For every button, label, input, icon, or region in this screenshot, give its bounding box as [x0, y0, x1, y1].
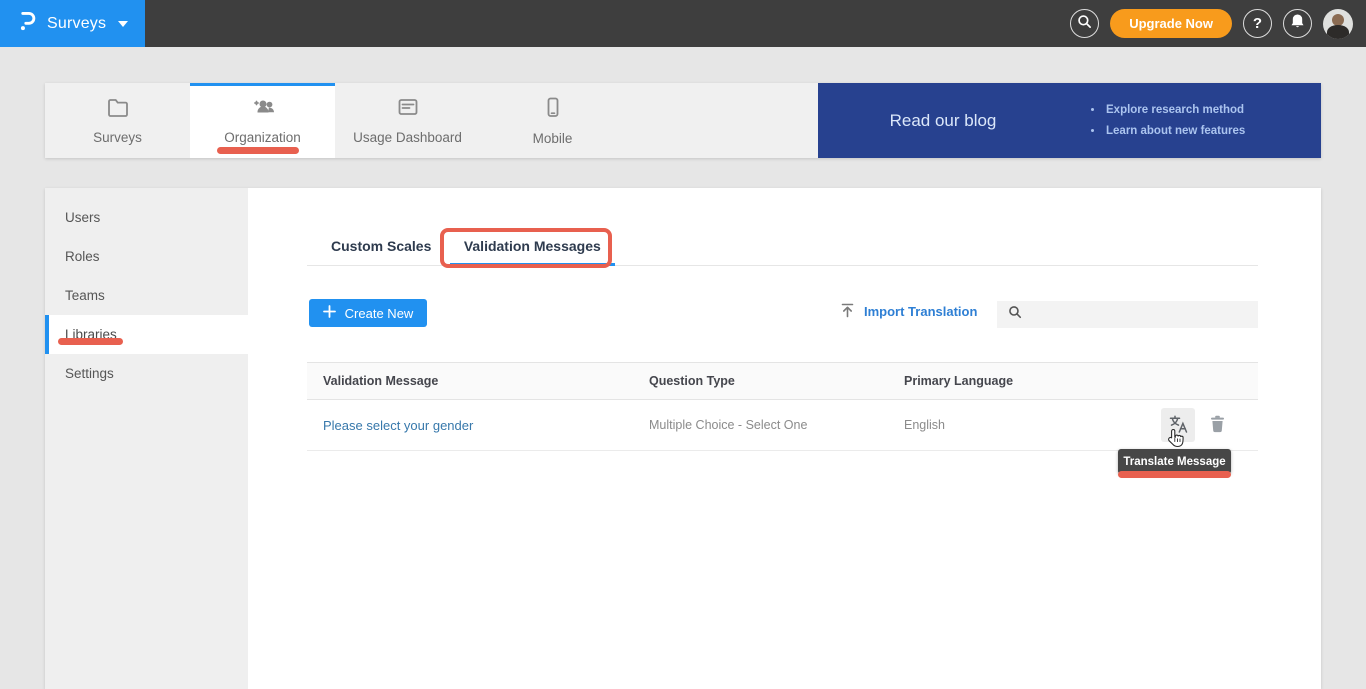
blog-bullet: Explore research method [1104, 100, 1245, 121]
avatar[interactable] [1323, 9, 1353, 39]
tab-label: Organization [224, 130, 301, 145]
blog-bullet-list: Explore research method Learn about new … [1104, 100, 1245, 142]
org-sidebar: Users Roles Teams Libraries Settings [45, 188, 248, 689]
avatar-body [1327, 25, 1349, 39]
brand-logo-icon [18, 9, 37, 38]
import-translation-link[interactable]: Import Translation [840, 302, 977, 321]
sidebar-item-teams[interactable]: Teams [45, 276, 248, 315]
bell-icon [1290, 13, 1305, 34]
red-underline-organization [217, 147, 299, 154]
dashboard-icon [396, 96, 420, 123]
help-button[interactable]: ? [1243, 9, 1272, 38]
blog-title: Read our blog [818, 111, 1068, 131]
tab-custom-scales[interactable]: Custom Scales [317, 230, 445, 266]
sidebar-item-settings[interactable]: Settings [45, 354, 248, 393]
validation-message-link[interactable]: Please select your gender [323, 418, 473, 433]
tab-mobile[interactable]: Mobile [480, 83, 625, 158]
product-switcher[interactable]: Surveys [0, 0, 145, 47]
question-mark-icon: ? [1253, 15, 1262, 32]
tab-label: Usage Dashboard [353, 130, 462, 145]
blog-banner[interactable]: Read our blog Explore research method Le… [818, 83, 1321, 158]
product-name: Surveys [47, 15, 106, 33]
red-underline-tooltip [1118, 471, 1231, 478]
sidebar-item-users[interactable]: Users [45, 198, 248, 237]
sidebar-item-roles[interactable]: Roles [45, 237, 248, 276]
header-actions: Upgrade Now ? [1070, 0, 1353, 47]
header-validation-message: Validation Message [307, 374, 649, 388]
validation-messages-table: Validation Message Question Type Primary… [307, 362, 1258, 451]
primary-language-cell: English [904, 418, 1161, 432]
blog-bullet: Learn about new features [1104, 121, 1245, 142]
hand-cursor-icon [1166, 428, 1186, 455]
tab-surveys[interactable]: Surveys [45, 83, 190, 158]
upload-icon [840, 302, 855, 321]
create-new-button[interactable]: Create New [309, 299, 427, 327]
create-new-label: Create New [345, 306, 414, 321]
avatar-face [1332, 14, 1344, 26]
search-icon [1077, 14, 1092, 34]
search-icon [1008, 305, 1022, 324]
red-underline-libraries [58, 338, 123, 345]
chevron-down-icon [118, 21, 128, 27]
folder-icon [106, 96, 130, 123]
libraries-content: Custom Scales Validation Messages Create… [248, 188, 1321, 689]
tab-usage-dashboard[interactable]: Usage Dashboard [335, 83, 480, 158]
organization-panel: Users Roles Teams Libraries Settings Cus… [45, 188, 1321, 689]
table-search-box[interactable] [997, 301, 1258, 328]
search-input[interactable] [1030, 308, 1258, 322]
header-primary-language: Primary Language [904, 374, 1258, 388]
sidebar-item-libraries[interactable]: Libraries [45, 315, 248, 354]
delete-button[interactable] [1204, 408, 1230, 442]
upgrade-now-button[interactable]: Upgrade Now [1110, 9, 1232, 38]
table-row: Please select your gender Multiple Choic… [307, 400, 1258, 451]
add-people-icon [250, 96, 276, 123]
tab-label: Mobile [533, 131, 573, 146]
notifications-button[interactable] [1283, 9, 1312, 38]
import-translation-label: Import Translation [864, 304, 977, 319]
tab-label: Surveys [93, 130, 142, 145]
top-header: Surveys Upgrade Now ? [0, 0, 1366, 47]
header-search-button[interactable] [1070, 9, 1099, 38]
red-box-validation-messages [440, 228, 612, 268]
header-question-type: Question Type [649, 374, 904, 388]
smartphone-icon [542, 96, 564, 124]
question-type-cell: Multiple Choice - Select One [649, 418, 904, 432]
trash-icon [1209, 414, 1226, 436]
plus-icon [323, 305, 336, 321]
table-header-row: Validation Message Question Type Primary… [307, 362, 1258, 400]
